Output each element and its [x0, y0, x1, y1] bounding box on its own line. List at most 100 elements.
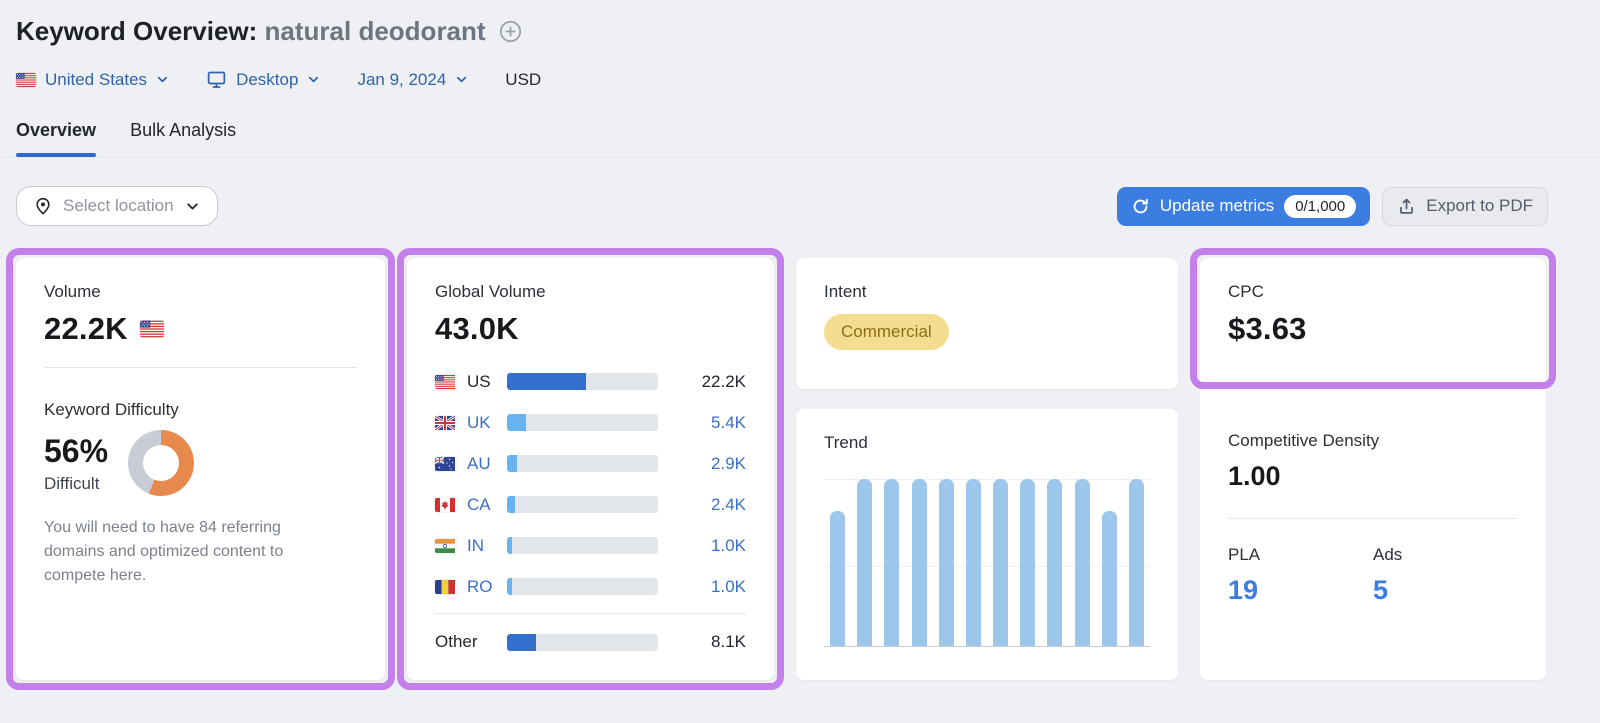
country-code-link[interactable]: RO	[467, 577, 507, 597]
keyword-difficulty-level: Difficult	[44, 473, 100, 493]
country-volume-bar-track	[507, 455, 658, 472]
au-flag-icon	[435, 456, 457, 471]
export-icon	[1400, 198, 1414, 214]
trend-bar	[1101, 510, 1117, 647]
refresh-icon	[1133, 198, 1148, 213]
country-volume-row: UK 5.4K	[435, 402, 746, 443]
other-countries-label: Other	[435, 632, 478, 651]
date-filter[interactable]: Jan 9, 2024	[357, 70, 469, 90]
trend-bar	[1128, 479, 1144, 647]
us-flag-icon	[16, 72, 36, 87]
trend-bar	[1074, 479, 1090, 647]
toolbar-actions: Update metrics 0/1,000 Export to PDF	[1116, 186, 1548, 226]
us-flag-icon	[435, 374, 457, 389]
country-volume-bar-track	[507, 414, 658, 431]
keyword-difficulty-label: Keyword Difficulty	[44, 400, 179, 419]
country-volume-bar-fill	[507, 633, 536, 651]
page-title-keyword: natural deodorant	[264, 16, 486, 46]
global-volume-label: Global Volume	[435, 282, 546, 301]
toolbar: Select location Update metrics 0/1,000 E…	[16, 186, 1548, 226]
currency-label: USD	[505, 69, 542, 89]
country-volume-bar-fill	[507, 455, 518, 472]
device-filter[interactable]: Desktop	[206, 69, 321, 90]
page-header: Keyword Overview: natural deodorant	[16, 16, 1548, 47]
trend-bars	[824, 479, 1150, 647]
country-volume-value[interactable]: 2.9K	[684, 454, 746, 474]
country-filter[interactable]: United States	[16, 70, 170, 90]
country-volume-row: AU 2.9K	[435, 443, 746, 484]
export-pdf-button[interactable]: Export to PDF	[1382, 186, 1548, 226]
uk-flag-icon	[435, 415, 457, 430]
cpc-card: CPC $3.63 Competitive Density 1.00 PLA 1…	[1190, 248, 1556, 680]
keyword-difficulty-value: 56%	[44, 432, 109, 469]
country-volume-value[interactable]: 1.0K	[684, 536, 746, 556]
ads-block: Ads 5	[1373, 545, 1518, 606]
chevron-down-icon	[186, 202, 198, 210]
date-filter-label: Jan 9, 2024	[357, 69, 447, 89]
country-volume-value[interactable]: 1.0K	[684, 577, 746, 597]
pla-block: PLA 19	[1228, 545, 1373, 606]
country-volume-row: US 22.2K	[435, 361, 746, 402]
volume-value: 22.2K	[44, 311, 128, 346]
country-filter-label: United States	[45, 69, 148, 89]
country-volume-bar-track	[507, 373, 658, 390]
country-code-link: US	[467, 371, 491, 391]
global-volume-card: Global Volume 43.0K US 22.2K UK 5.4K AU …	[397, 248, 784, 690]
country-volume-bar-track	[507, 578, 658, 595]
country-code-link[interactable]: IN	[467, 536, 507, 556]
trend-bar	[830, 510, 845, 647]
trend-bar	[965, 479, 981, 647]
country-volume-value[interactable]: 5.4K	[684, 413, 746, 433]
tab-bulk-analysis[interactable]: Bulk Analysis	[130, 120, 236, 157]
country-volume-row: IN 1.0K	[435, 525, 746, 566]
trend-axis-line	[824, 645, 1150, 647]
country-volume-value: 8.1K	[711, 632, 746, 651]
select-location-dropdown[interactable]: Select location	[16, 186, 218, 226]
chevron-down-icon	[309, 76, 319, 83]
country-code-link[interactable]: UK	[467, 413, 507, 433]
cpc-value: $3.63	[1228, 311, 1307, 346]
ads-label: Ads	[1373, 545, 1403, 564]
card-divider	[1228, 518, 1518, 519]
desktop-icon	[207, 71, 226, 88]
ro-flag-icon	[435, 579, 457, 594]
country-code-link[interactable]: CA	[467, 495, 507, 515]
competitive-density-label: Competitive Density	[1228, 431, 1380, 450]
metrics-cards: Volume 22.2K Keyword Difficulty 56% Diff…	[6, 248, 1556, 690]
update-metrics-button[interactable]: Update metrics 0/1,000	[1116, 186, 1371, 226]
country-volume-bar-fill	[507, 537, 513, 554]
competitive-density-section: Competitive Density 1.00 PLA 19 Ads 5	[1200, 389, 1546, 606]
pla-value[interactable]: 19	[1228, 575, 1373, 606]
update-metrics-quota-badge: 0/1,000	[1284, 194, 1357, 218]
export-pdf-label: Export to PDF	[1426, 196, 1533, 215]
trend-label: Trend	[824, 433, 868, 452]
country-volume-value[interactable]: 2.4K	[684, 495, 746, 515]
global-volume-value: 43.0K	[435, 311, 519, 346]
country-volume-bar-fill	[507, 496, 516, 513]
trend-bar	[1020, 479, 1036, 647]
filters-bar: United States Desktop Jan 9, 2024 USD	[16, 69, 1548, 90]
volume-label: Volume	[44, 282, 101, 301]
trend-bar	[938, 479, 954, 647]
country-volume-bar-fill	[507, 373, 586, 390]
add-keyword-icon[interactable]	[498, 19, 523, 44]
country-code-link[interactable]: AU	[467, 454, 507, 474]
volume-card: Volume 22.2K Keyword Difficulty 56% Diff…	[6, 248, 395, 690]
keyword-overview-page: Keyword Overview: natural deodorant Unit…	[0, 0, 1600, 690]
intent-badge: Commercial	[824, 314, 949, 350]
cpc-label: CPC	[1228, 282, 1264, 301]
device-filter-label: Desktop	[236, 69, 299, 89]
country-volume-list: US 22.2K UK 5.4K AU 2.9K CA 2.4K IN 1.0K…	[435, 361, 746, 662]
pla-label: PLA	[1228, 545, 1261, 564]
country-volume-bar-fill	[507, 578, 513, 595]
tab-overview[interactable]: Overview	[16, 120, 97, 157]
ca-flag-icon	[435, 497, 457, 512]
country-volume-bar-track	[507, 537, 658, 554]
ads-value[interactable]: 5	[1373, 575, 1518, 606]
cpc-section: CPC $3.63	[1200, 258, 1546, 389]
trend-bar	[911, 479, 927, 647]
keyword-difficulty-donut	[128, 430, 195, 496]
select-location-placeholder: Select location	[63, 196, 174, 215]
country-volume-bar-track	[507, 496, 658, 513]
intent-card: Intent Commercial	[796, 258, 1178, 389]
